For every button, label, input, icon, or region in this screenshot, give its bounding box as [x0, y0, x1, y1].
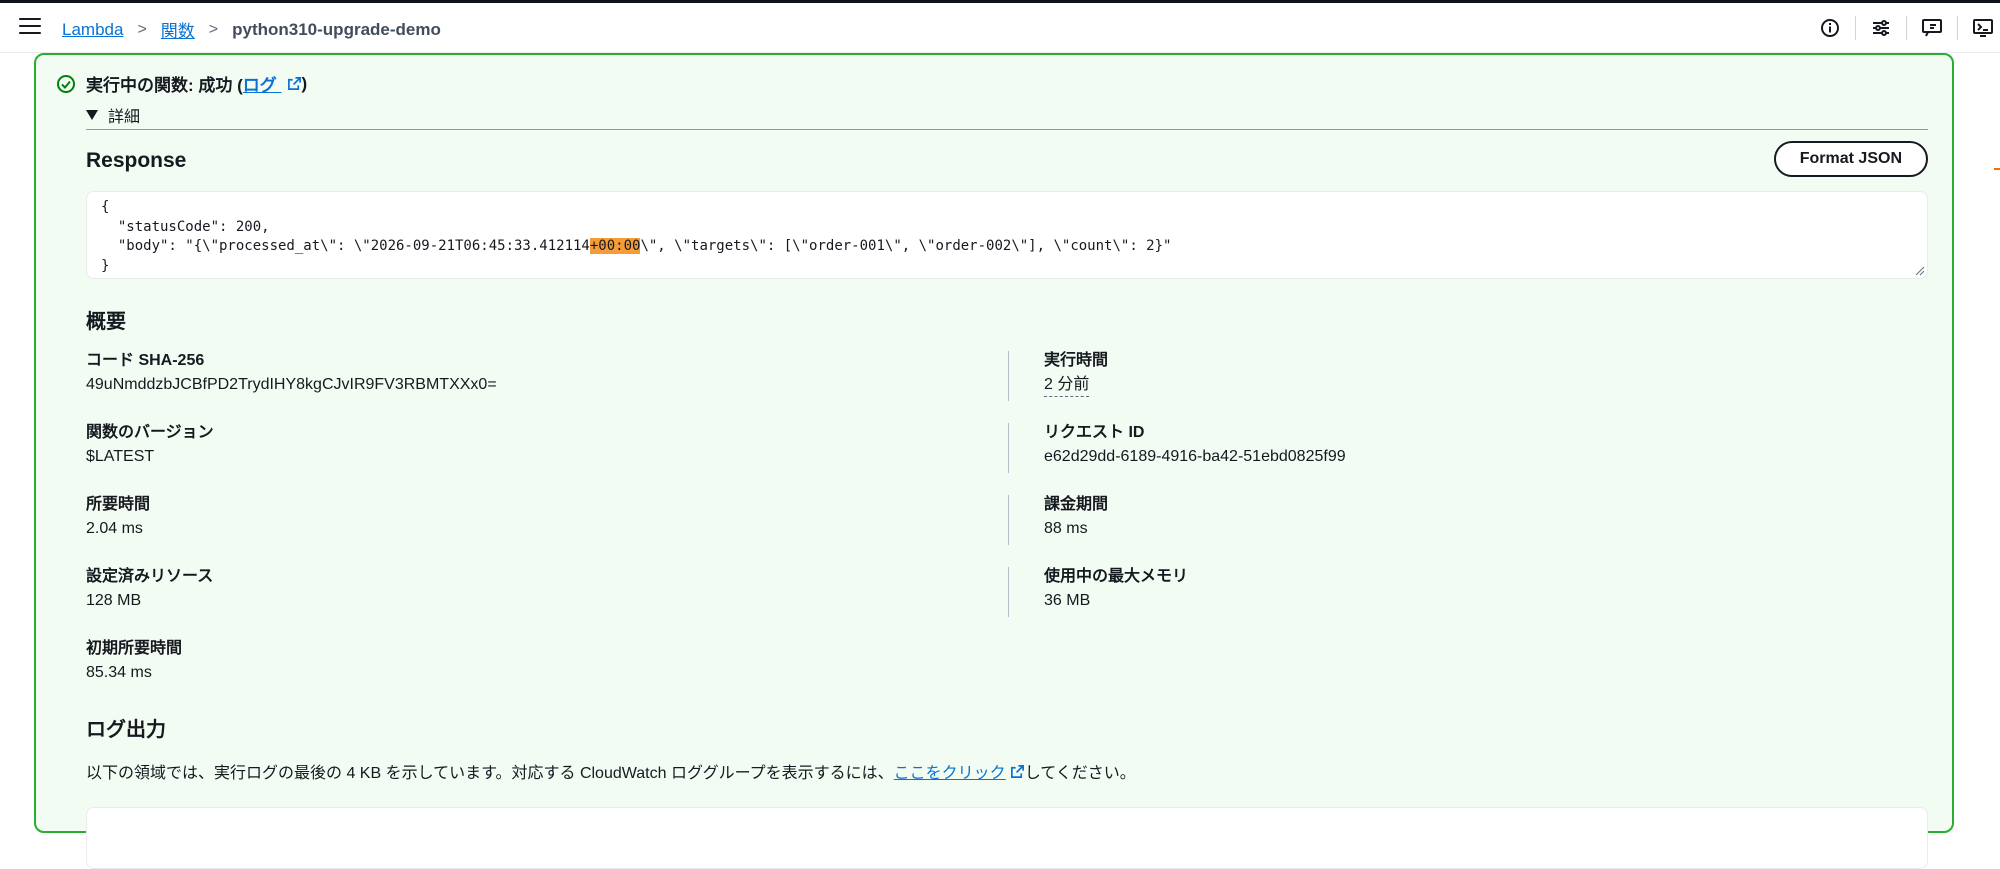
execution-status: 実行中の関数: 成功 ( ログ ) [56, 71, 307, 96]
json-line: "statusCode": 200, [101, 218, 270, 235]
exec-time-label: 実行時間 [1044, 352, 1109, 369]
execution-result-panel: 実行中の関数: 成功 ( ログ ) 詳細 Response Format JSO… [34, 53, 1954, 869]
code-sha-field: コード SHA-256 49uNmddzbJCBfPD2TrydIHY8kgCJ… [86, 349, 497, 397]
details-label: 詳細 [108, 109, 141, 126]
external-link-icon [287, 77, 301, 90]
column-divider [1008, 567, 1009, 617]
init-duration-field: 初期所要時間 85.34 ms [86, 637, 182, 685]
external-link-icon [1010, 764, 1024, 778]
settings-toggle-icon[interactable] [1864, 11, 1898, 45]
format-json-button[interactable]: Format JSON [1773, 141, 1928, 177]
cloudwatch-link[interactable]: ここをクリック [894, 759, 1025, 783]
duration-value: 2.04 ms [86, 520, 143, 537]
chevron-right-icon: > [208, 20, 219, 38]
header-divider [1855, 16, 1856, 40]
resize-handle-icon[interactable] [1915, 266, 1925, 276]
status-suffix: ) [301, 73, 308, 93]
resources-field: 設定済みリソース 128 MB [86, 565, 213, 613]
log-output-box[interactable] [86, 807, 1928, 869]
summary-title: 概要 [86, 311, 126, 333]
edge-marker [1994, 168, 2000, 170]
duration-label: 所要時間 [86, 496, 151, 513]
exec-time-value[interactable]: 2 分前 [1044, 374, 1090, 397]
status-text: 実行中の関数: 成功 ( [86, 76, 243, 95]
billed-duration-value: 88 ms [1044, 520, 1088, 537]
cloudwatch-link-label: ここをクリック [893, 765, 1006, 782]
json-line: \", \"targets\": [\"order-001\", \"order… [640, 238, 1172, 254]
max-memory-value: 36 MB [1044, 592, 1091, 609]
log-output-description: 以下の領域では、実行ログの最後の 4 KB を示しています。対応する Cloud… [86, 759, 1136, 783]
log-output-title: ログ出力 [86, 719, 166, 741]
success-check-icon [57, 74, 75, 93]
log-link-label: ログ [242, 76, 277, 95]
request-id-field: リクエスト ID e62d29dd-6189-4916-ba42-51ebd08… [1044, 421, 1346, 469]
resources-label: 設定済みリソース [86, 568, 214, 585]
json-line: { [101, 199, 110, 215]
version-field: 関数のバージョン $LATEST [86, 421, 214, 469]
header-divider [1906, 16, 1907, 40]
billed-duration-label: 課金期間 [1044, 496, 1109, 513]
header-icon-group [1813, 11, 2000, 45]
response-title: Response [86, 149, 187, 172]
feedback-icon[interactable] [1915, 11, 1949, 45]
version-label: 関数のバージョン [86, 424, 214, 441]
init-duration-label: 初期所要時間 [86, 640, 183, 657]
breadcrumb-functions[interactable]: 関数 [161, 17, 195, 42]
code-sha-value: 49uNmddzbJCBfPD2TrydIHY8kgCJvIR9FV3RBMTX… [86, 376, 497, 393]
info-icon[interactable] [1813, 11, 1847, 45]
billed-duration-field: 課金期間 88 ms [1044, 493, 1108, 541]
log-desc-text: 以下の領域では、実行ログの最後の 4 KB を示しています。対応する Cloud… [86, 765, 894, 782]
details-toggle[interactable]: 詳細 [86, 103, 140, 127]
resources-value: 128 MB [86, 592, 142, 609]
request-id-value: e62d29dd-6189-4916-ba42-51ebd0825f99 [1044, 448, 1346, 465]
code-sha-label: コード SHA-256 [86, 352, 205, 369]
top-header: Lambda > 関数 > python310-upgrade-demo [0, 3, 2000, 53]
chevron-right-icon: > [137, 20, 147, 38]
column-divider [1008, 495, 1009, 545]
cloudshell-icon[interactable] [1966, 11, 2000, 45]
menu-icon[interactable] [19, 18, 41, 36]
breadcrumb: Lambda > 関数 > python310-upgrade-demo [62, 17, 441, 42]
version-value: $LATEST [86, 448, 155, 465]
init-duration-value: 85.34 ms [86, 664, 152, 681]
details-divider [86, 129, 1928, 130]
column-divider [1008, 423, 1009, 473]
log-desc-suffix: してください。 [1024, 765, 1136, 782]
log-link[interactable]: ログ [243, 71, 302, 96]
request-id-label: リクエスト ID [1044, 424, 1145, 441]
response-json-textarea[interactable]: { "statusCode": 200, "body": "{\"process… [86, 191, 1928, 279]
json-line: "body": "{\"processed_at\": \"2026-09-21… [101, 238, 590, 254]
json-highlight: +00:00 [589, 238, 641, 254]
header-divider [1957, 16, 1958, 40]
breadcrumb-current: python310-upgrade-demo [232, 19, 441, 39]
max-memory-field: 使用中の最大メモリ 36 MB [1044, 565, 1188, 613]
duration-field: 所要時間 2.04 ms [86, 493, 150, 541]
max-memory-label: 使用中の最大メモリ [1044, 568, 1189, 585]
caret-down-icon [86, 110, 98, 120]
column-divider [1008, 351, 1009, 401]
exec-time-field: 実行時間 2 分前 [1044, 349, 1108, 397]
breadcrumb-lambda[interactable]: Lambda [62, 20, 123, 40]
json-line: } [101, 257, 110, 274]
